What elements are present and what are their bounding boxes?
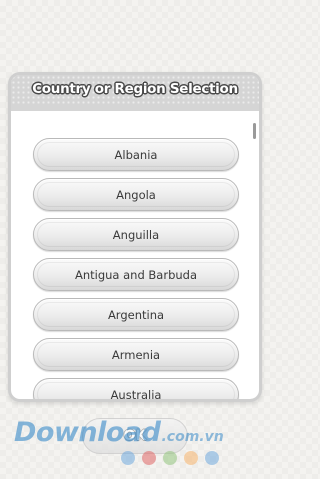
country-item-argentina[interactable]: Argentina xyxy=(33,298,239,331)
country-item-label: Angola xyxy=(116,187,156,202)
ok-button[interactable]: OK xyxy=(82,418,188,454)
dialog-title: Country or Region Selection xyxy=(32,81,238,97)
country-item-armenia[interactable]: Armenia xyxy=(33,338,239,371)
country-item-label: Antigua and Barbuda xyxy=(74,267,198,282)
country-item-australia[interactable]: Australia xyxy=(33,378,239,399)
country-list[interactable]: Albania Angola Anguilla Antigua and Barb… xyxy=(11,123,259,399)
country-item-label: Argentina xyxy=(107,307,165,322)
country-item-antigua-and-barbuda[interactable]: Antigua and Barbuda xyxy=(33,258,239,291)
header-scallop-edge xyxy=(11,105,259,115)
country-selection-dialog: Country or Region Selection Albania Ango… xyxy=(8,72,262,402)
country-item-label: Armenia xyxy=(111,347,161,362)
country-item-albania[interactable]: Albania xyxy=(33,138,239,171)
dialog-header: Country or Region Selection xyxy=(11,75,259,115)
country-item-anguilla[interactable]: Anguilla xyxy=(33,218,239,251)
ok-button-label: OK xyxy=(123,428,147,444)
country-item-label: Australia xyxy=(110,387,162,400)
list-scrollbar[interactable] xyxy=(253,123,256,139)
country-item-label: Anguilla xyxy=(112,227,160,242)
country-item-label: Albania xyxy=(114,147,158,162)
country-item-angola[interactable]: Angola xyxy=(33,178,239,211)
watermark-dot xyxy=(184,451,198,465)
watermark-dot xyxy=(205,451,219,465)
